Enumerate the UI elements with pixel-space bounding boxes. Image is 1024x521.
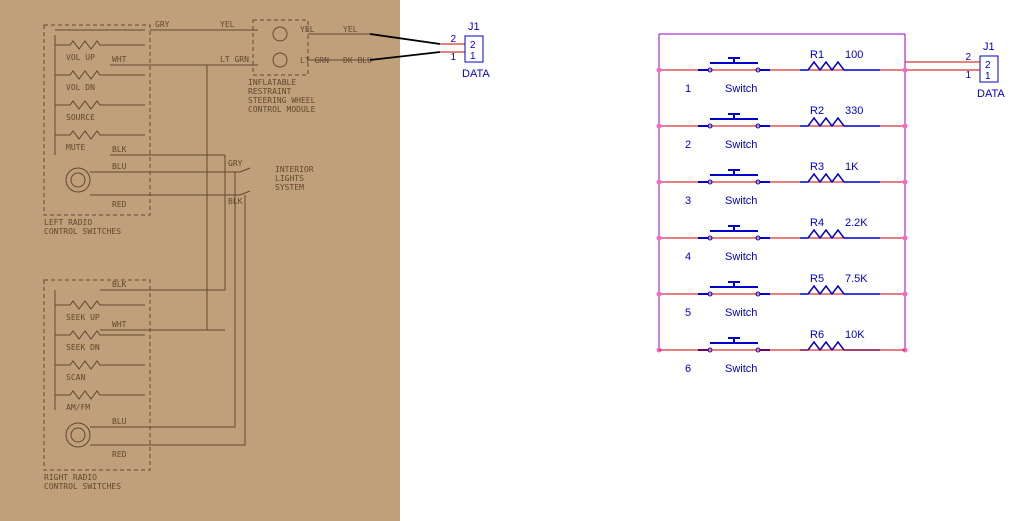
wire-label: BLK [112,145,127,154]
wire-label: GRY [155,20,170,29]
conn-pin2: 2 [985,60,991,71]
wire-label: BLU [112,162,127,171]
switch-label: Switch [725,251,757,263]
wire-label: WHT [112,320,127,329]
junction-dot [903,236,908,241]
sw-label: VOL UP [66,53,95,62]
conn-name: J1 [983,41,995,53]
switch-label: Switch [725,83,757,95]
resistor-value: 1K [845,161,859,173]
row-index: 3 [685,195,691,207]
resistor-ref: R6 [810,329,824,341]
wire-label: YEL [220,20,235,29]
conn-pin2-ext: 2 [965,52,971,63]
row-index: 1 [685,83,691,95]
sw-label: SEEK UP [66,313,100,322]
conn-pin1-ext: 1 [965,70,971,81]
sw-label: SCAN [66,373,85,382]
wire-label: RED [112,200,127,209]
conn-pin2-ext: 2 [450,34,456,45]
junction-dot [657,180,662,185]
diagram-canvas: GRY VOL UP VOL DN WHT YEL SOURCE MUTE BL… [0,0,1024,521]
resistor-ref: R2 [810,105,824,117]
resistor-ref: R3 [810,161,824,173]
conn-pin2: 2 [470,40,476,51]
wire-label: RED [112,450,127,459]
resistor-value: 10K [845,329,865,341]
connector-j1-left: J1 2 1 2 1 DATA [440,21,490,80]
wire-label: BLK [112,280,127,289]
resistor-value: 7.5K [845,273,868,285]
sw-label: VOL DN [66,83,95,92]
wire-label: WHT [112,55,127,64]
junction-dot [903,68,908,73]
junction-dot [657,236,662,241]
resistor-symbol [800,286,880,294]
row-index: 4 [685,251,691,263]
resistor-symbol [800,62,880,70]
sw-label: MUTE [66,143,85,152]
right-schematic: 1 Switch R1 100 2 Switch R2 330 3 Switch R3 1K 4 Swit… [657,34,956,375]
sw-label: SOURCE [66,113,95,122]
conn-pin1-ext: 1 [450,52,456,63]
resistor-value: 330 [845,105,863,117]
row-index: 2 [685,139,691,151]
sw-label: SEEK DN [66,343,100,352]
row-index: 6 [685,363,691,375]
conn-pin1: 1 [985,71,991,82]
resistor-symbol [800,174,880,182]
resistor-ref: R1 [810,49,824,61]
wire-label: BLU [112,417,127,426]
conn-pin1: 1 [470,51,476,62]
wire-label: YEL [343,25,358,34]
switch-label: Switch [725,139,757,151]
resistor-symbol [800,118,880,126]
resistor-value: 2.2K [845,217,868,229]
junction-dot [903,180,908,185]
resistor-symbol [800,342,880,350]
junction-dot [657,68,662,73]
connector-j1-right: J1 2 1 2 1 DATA [955,41,1005,100]
switch-label: Switch [725,195,757,207]
junction-dot [657,292,662,297]
junction-dot [903,292,908,297]
junction-dot [657,124,662,129]
switch-label: Switch [725,307,757,319]
switch-label: Switch [725,363,757,375]
wire-label: YEL [300,25,315,34]
conn-label: DATA [977,88,1005,100]
wire-label: GRY [228,159,243,168]
resistor-ref: R5 [810,273,824,285]
wire-label: LT GRN [220,55,249,64]
conn-label: DATA [462,68,490,80]
resistor-value: 100 [845,49,863,61]
conn-name: J1 [468,21,480,33]
paper-bg [0,0,400,521]
junction-dot [903,124,908,129]
sw-label: AM/FM [66,403,90,412]
resistor-ref: R4 [810,217,824,229]
resistor-symbol [800,230,880,238]
row-index: 5 [685,307,691,319]
